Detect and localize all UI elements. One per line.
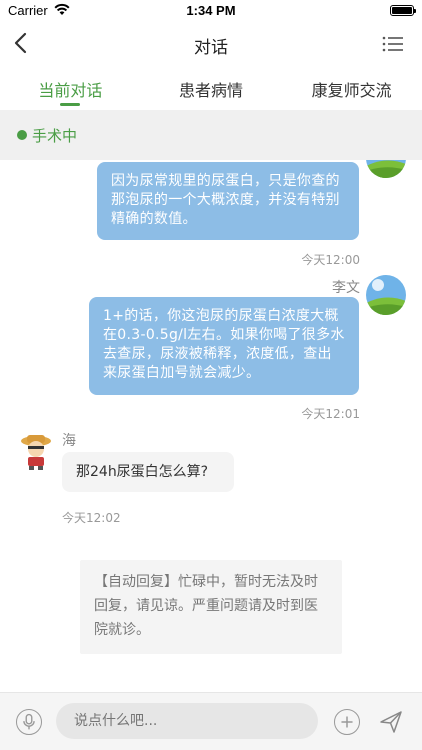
auto-reply-notice: 【自动回复】忙碌中，暂时无法及时回复，请见谅。严重问题请及时到医院就诊。 (80, 560, 342, 654)
status-label: 手术中 (32, 127, 78, 145)
battery-icon (390, 5, 416, 16)
tab-bar: 当前对话 患者病情 康复师交流 (0, 66, 422, 110)
list-menu-icon[interactable] (382, 34, 404, 54)
microphone-icon[interactable] (16, 709, 42, 735)
tab-patient-condition[interactable]: 患者病情 (141, 66, 282, 110)
tab-therapist-chat[interactable]: 康复师交流 (281, 66, 422, 110)
doctor-avatar[interactable] (366, 160, 406, 178)
message-timestamp: 今天12:02 (62, 511, 121, 525)
message-text: 因为尿常规里的尿蛋白，只是你查的那泡尿的一个大概浓度，并没有特别精确的数值。 (111, 173, 340, 227)
auto-reply-text: 【自动回复】忙碌中，暂时无法及时回复，请见谅。严重问题请及时到医院就诊。 (94, 574, 318, 638)
patient-avatar[interactable] (16, 431, 56, 471)
clock: 1:34 PM (186, 3, 236, 18)
status-bar: Carrier 1:34 PM (0, 0, 422, 22)
message-bubble-outgoing: 因为尿常规里的尿蛋白，只是你查的那泡尿的一个大概浓度，并没有特别精确的数值。 (97, 162, 359, 240)
sender-name: 海 (62, 433, 76, 449)
status-dot (17, 130, 27, 140)
input-bar (0, 692, 422, 750)
message-timestamp: 今天12:01 (301, 407, 360, 421)
add-attachment-icon[interactable] (334, 709, 360, 735)
message-bubble-outgoing: 1+的话，你这泡尿的尿蛋白浓度大概在0.3-0.5g/l左右。如果你喝了很多水去… (89, 297, 359, 395)
active-tab-indicator (60, 103, 81, 106)
message-text: 那24h尿蛋白怎么算? (76, 464, 209, 480)
surgery-status-row: 手术中 (0, 110, 422, 160)
message-input[interactable] (56, 703, 318, 739)
message-timestamp: 今天12:00 (301, 253, 360, 267)
chat-area[interactable]: 因为尿常规里的尿蛋白，只是你查的那泡尿的一个大概浓度，并没有特别精确的数值。 今… (0, 160, 422, 692)
message-text: 1+的话，你这泡尿的尿蛋白浓度大概在0.3-0.5g/l左右。如果你喝了很多水去… (103, 308, 345, 381)
page-title: 对话 (194, 38, 228, 58)
message-bubble-incoming: 那24h尿蛋白怎么算? (62, 452, 234, 492)
sender-name: 李文 (332, 280, 360, 296)
doctor-avatar[interactable] (366, 275, 406, 315)
nav-bar: 对话 (0, 22, 422, 66)
send-icon[interactable] (378, 709, 404, 735)
tab-current-chat[interactable]: 当前对话 (0, 66, 141, 110)
